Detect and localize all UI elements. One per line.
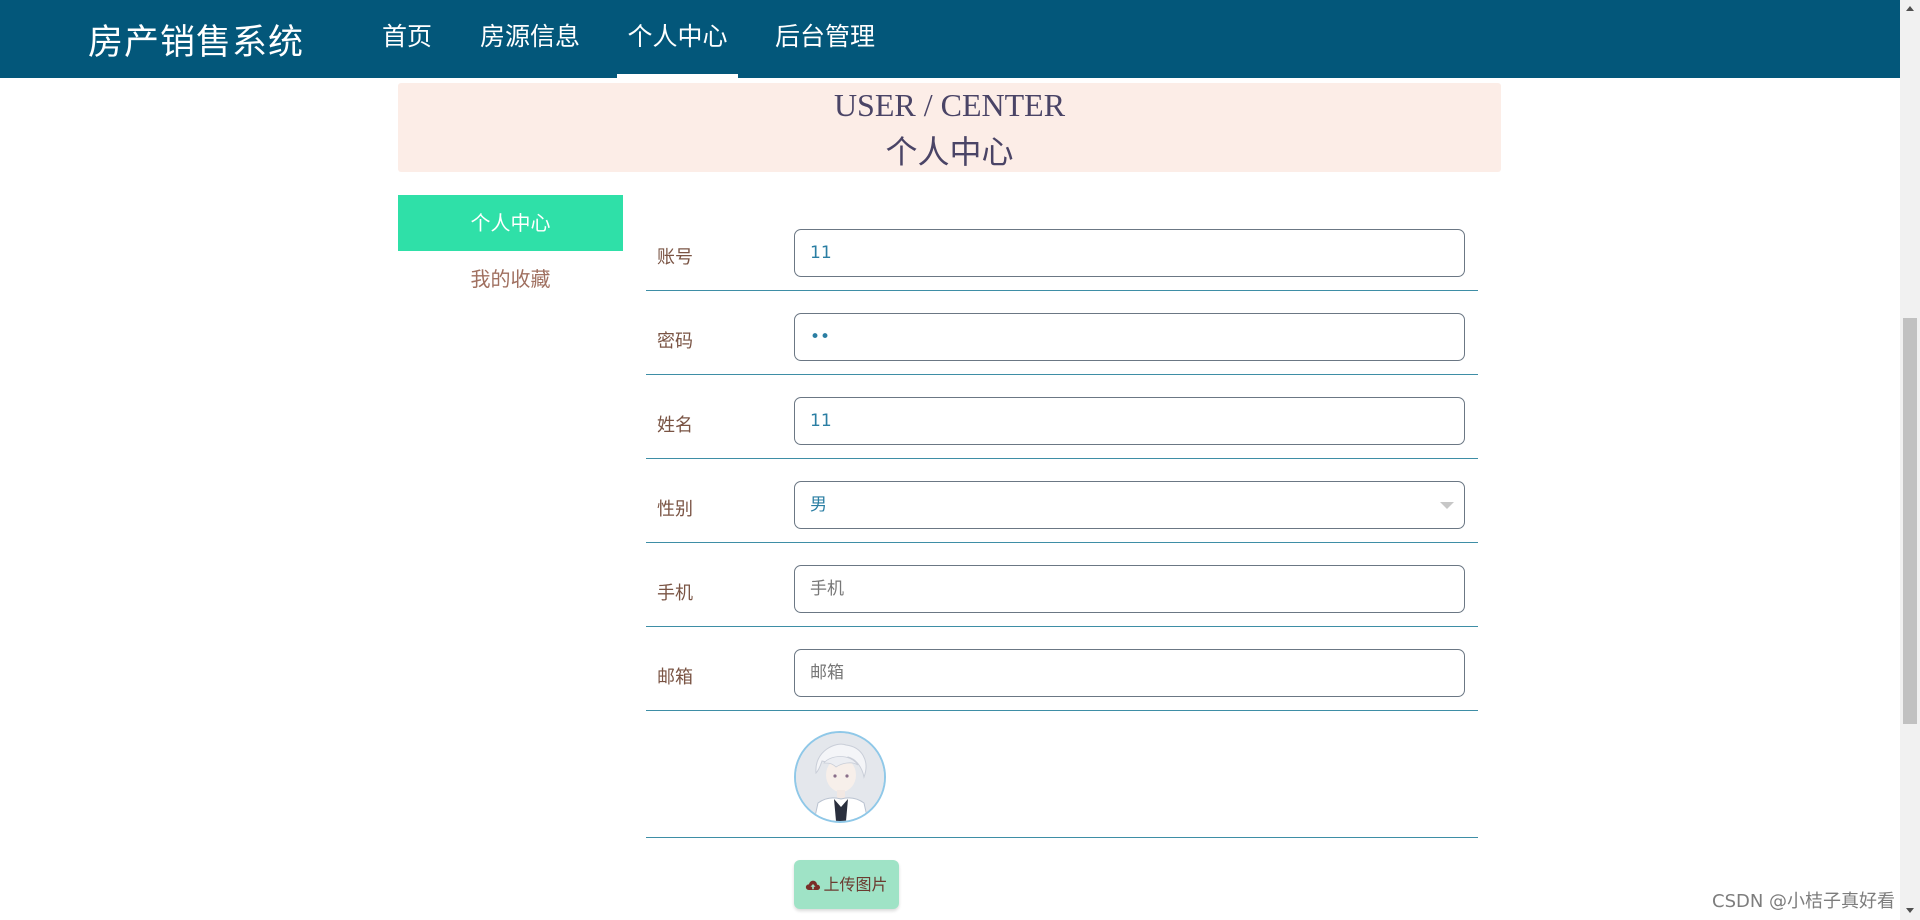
page-scrollbar[interactable] [1900,0,1920,920]
password-input[interactable] [794,313,1465,361]
gender-select[interactable]: 男 [794,481,1465,529]
user-avatar-image [794,731,886,823]
sidebar-item-user-center[interactable]: 个人中心 [398,195,623,251]
name-label: 姓名 [657,415,693,436]
banner-title-en: USER / CENTER [833,87,1066,123]
csdn-watermark: CSDN @小桔子真好看 [1712,891,1896,912]
name-input[interactable] [794,397,1465,445]
cloud-upload-icon [806,880,821,890]
form-row-phone: 手机 [646,542,1478,627]
avatar-illustration [796,733,884,821]
nav-admin[interactable]: 后台管理 [767,0,883,78]
upload-image-button[interactable]: 上传图片 [794,860,899,909]
nav-listings[interactable]: 房源信息 [472,0,588,78]
email-input[interactable] [794,649,1465,697]
form-row-email: 邮箱 [646,626,1478,711]
form-row-gender: 性别 男 [646,458,1478,543]
gender-label: 性别 [657,499,693,520]
nav-home[interactable]: 首页 [374,0,440,78]
form-row-password: 密码 [646,290,1478,375]
password-label: 密码 [657,331,693,352]
gender-selected-value: 男 [810,495,827,515]
form-row-account: 账号 [646,206,1478,291]
email-label: 邮箱 [657,667,693,688]
scroll-up-arrow-icon[interactable] [1906,6,1914,11]
sidebar-item-favorites[interactable]: 我的收藏 [398,251,623,307]
form-row-name: 姓名 [646,374,1478,459]
phone-input[interactable] [794,565,1465,613]
chevron-down-icon [1440,502,1454,509]
scroll-down-arrow-icon[interactable] [1906,908,1914,913]
form-row-avatar [646,710,1478,838]
top-navbar: 房产销售系统 首页 房源信息 个人中心 后台管理 [0,0,1900,78]
account-input[interactable] [794,229,1465,277]
nav-user-center[interactable]: 个人中心 [617,0,738,78]
account-label: 账号 [657,247,693,268]
site-brand[interactable]: 房产销售系统 [88,14,304,65]
banner-title-cn: 个人中心 [885,133,1014,171]
scrollbar-thumb[interactable] [1903,318,1917,724]
upload-button-label: 上传图片 [823,875,888,894]
page-banner: USER / CENTER 个人中心 [398,83,1501,172]
phone-label: 手机 [657,583,693,604]
